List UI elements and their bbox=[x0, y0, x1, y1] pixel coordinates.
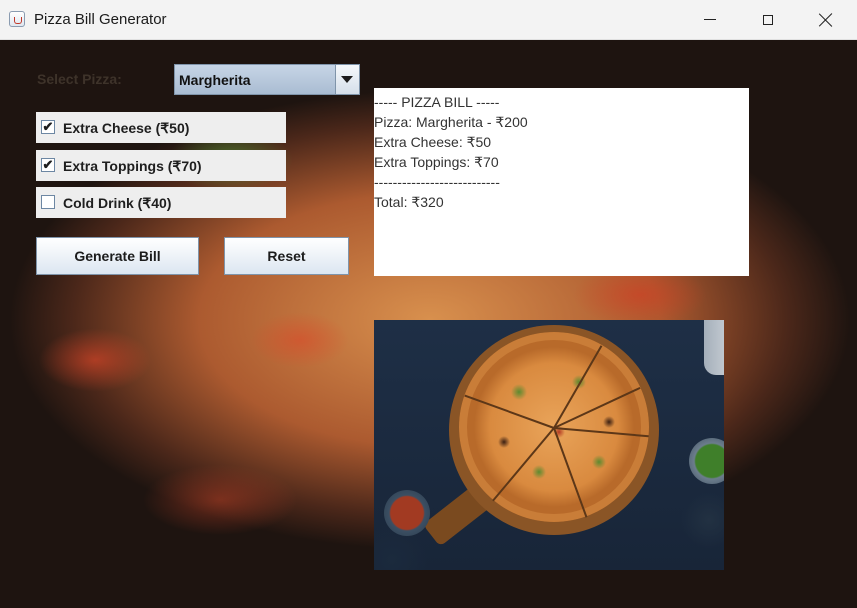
pizza-image bbox=[374, 320, 724, 570]
cold-drink-label: Cold Drink (₹40) bbox=[63, 195, 172, 211]
select-pizza-label: Select Pizza: bbox=[37, 71, 122, 87]
extra-toppings-label: Extra Toppings (₹70) bbox=[63, 158, 202, 174]
glass-shape bbox=[704, 320, 724, 375]
maximize-button[interactable] bbox=[739, 0, 797, 39]
maximize-icon bbox=[763, 14, 773, 25]
bill-line: Total: ₹320 bbox=[374, 194, 444, 210]
pizza-select[interactable]: Margherita bbox=[174, 64, 360, 95]
java-cup-icon bbox=[9, 11, 25, 27]
minimize-button[interactable] bbox=[681, 0, 739, 39]
extra-cheese-checkbox[interactable]: ✔ Extra Cheese (₹50) bbox=[36, 112, 286, 143]
chili-bowl bbox=[384, 490, 430, 536]
app-window: Pizza Bill Generator Select Pizza: Margh… bbox=[0, 0, 857, 608]
bill-line: Pizza: Margherita - ₹200 bbox=[374, 114, 528, 130]
pizza-select-value: Margherita bbox=[179, 72, 251, 88]
herb-bowl bbox=[689, 438, 724, 484]
bill-line: ----- PIZZA BILL ----- bbox=[374, 94, 500, 110]
bill-textarea[interactable]: ----- PIZZA BILL ----- Pizza: Margherita… bbox=[374, 88, 749, 276]
extra-toppings-checkbox[interactable]: ✔ Extra Toppings (₹70) bbox=[36, 150, 286, 181]
content-pane: Select Pizza: Margherita ✔ Extra Cheese … bbox=[0, 40, 857, 608]
reset-button[interactable]: Reset bbox=[224, 237, 349, 275]
title-bar[interactable]: Pizza Bill Generator bbox=[0, 0, 857, 40]
chevron-down-icon[interactable] bbox=[335, 65, 359, 94]
close-button[interactable] bbox=[797, 0, 855, 39]
bill-line: --------------------------- bbox=[374, 174, 500, 190]
extra-cheese-label: Extra Cheese (₹50) bbox=[63, 120, 190, 136]
generate-bill-button[interactable]: Generate Bill bbox=[36, 237, 199, 275]
bill-line: Extra Cheese: ₹50 bbox=[374, 134, 492, 150]
check-icon[interactable]: ✔ bbox=[41, 158, 55, 172]
bill-line: Extra Toppings: ₹70 bbox=[374, 154, 499, 170]
close-icon bbox=[819, 13, 833, 27]
cold-drink-checkbox[interactable]: Cold Drink (₹40) bbox=[36, 187, 286, 218]
check-icon[interactable]: ✔ bbox=[41, 120, 55, 134]
window-title: Pizza Bill Generator bbox=[34, 11, 167, 28]
checkbox-empty-icon[interactable] bbox=[41, 195, 55, 209]
minimize-icon bbox=[704, 19, 716, 20]
